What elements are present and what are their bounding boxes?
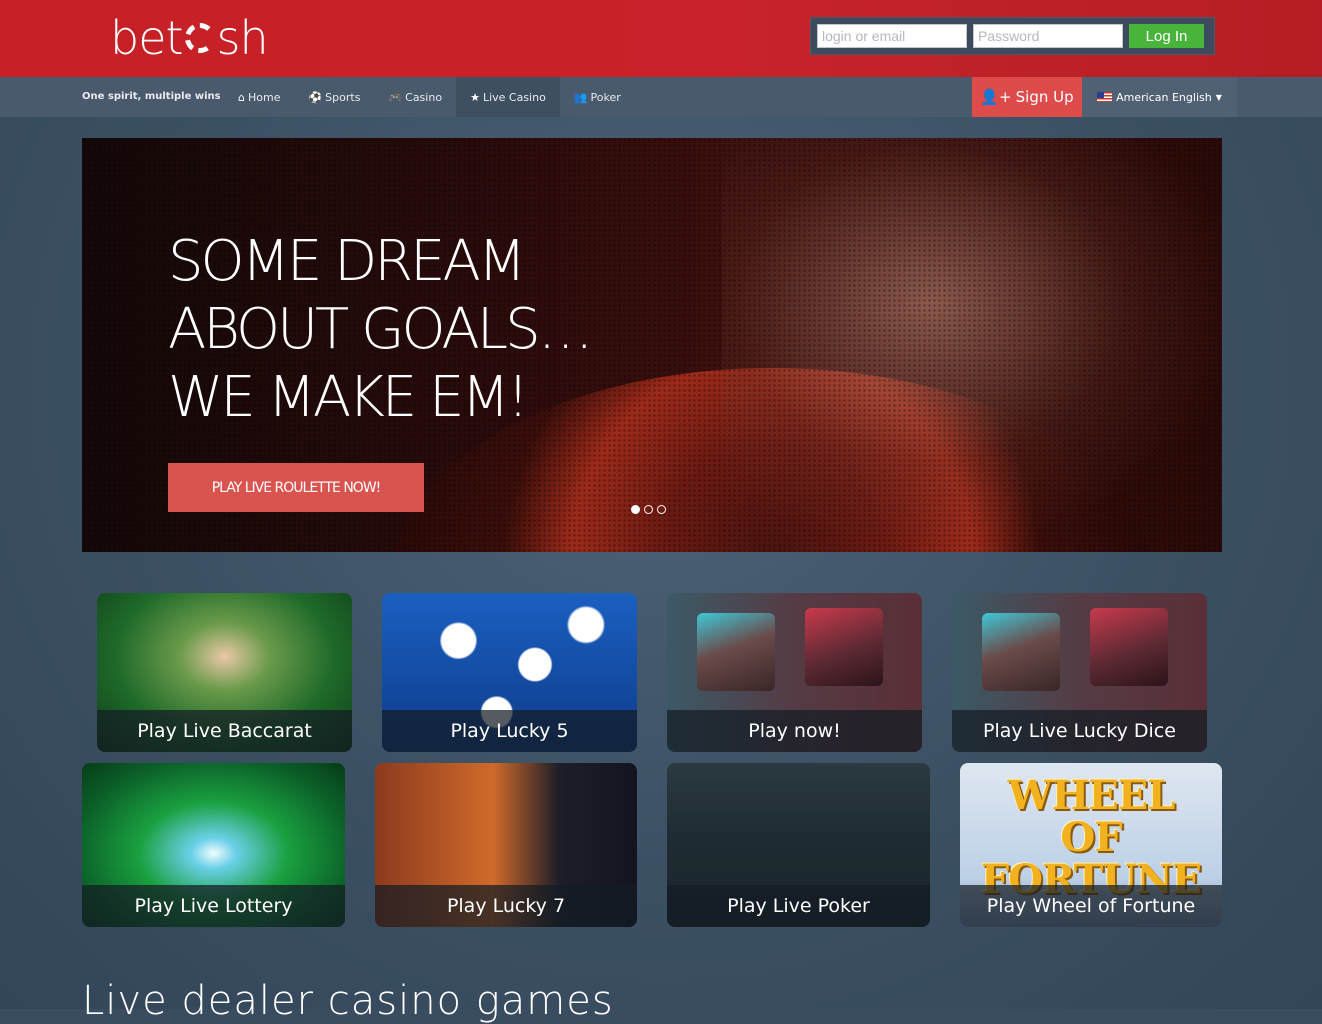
- language-selector[interactable]: American English ▼: [1082, 77, 1237, 117]
- caret-down-icon: ▼: [1215, 92, 1222, 102]
- login-email-input[interactable]: [817, 24, 967, 48]
- home-icon: ⌂: [238, 90, 245, 104]
- carousel-dot-2[interactable]: [644, 505, 653, 514]
- game-tile-label: Play Live Lucky Dice: [952, 710, 1207, 752]
- game-tile-label: Play Lucky 7: [375, 885, 637, 927]
- soccer-ball-icon: ⚽: [308, 90, 323, 104]
- nav-item-home[interactable]: ⌂ Home: [224, 77, 294, 117]
- poker-chip-icon: [184, 23, 215, 53]
- language-label: American English: [1116, 90, 1212, 104]
- die-image: [805, 608, 883, 686]
- nav-item-poker[interactable]: 👥 Poker: [560, 77, 635, 117]
- brand-logo[interactable]: bet sh: [110, 10, 269, 66]
- signup-button[interactable]: 👤+ Sign Up: [972, 77, 1082, 117]
- logo-text-right: sh: [216, 11, 269, 65]
- nav-menu: ⌂ Home ⚽ Sports 🎮 Casino ★ Live Casino 👥…: [224, 77, 635, 117]
- game-tile-wheel-of-fortune[interactable]: WHEEL OF FORTUNE Play Wheel of Fortune: [960, 763, 1222, 927]
- nav-item-casino[interactable]: 🎮 Casino: [374, 77, 456, 117]
- game-tile-dice[interactable]: Play now!: [667, 593, 922, 752]
- nav-item-live-casino[interactable]: ★ Live Casino: [456, 77, 560, 117]
- hero-carousel: SOME DREAM ABOUT GOALS… WE MAKE EM! PLAY…: [82, 138, 1222, 552]
- site-tagline: One spirit, multiple wins: [82, 91, 221, 102]
- hero-headline-line2: ABOUT GOALS…: [168, 297, 594, 362]
- hero-headline-line3: WE MAKE EM!: [168, 365, 529, 430]
- game-tile-label: Play Wheel of Fortune: [960, 885, 1222, 927]
- add-user-icon: 👤+: [980, 88, 1012, 106]
- die-image: [982, 613, 1060, 691]
- users-icon: 👥: [573, 90, 588, 104]
- carousel-dot-3[interactable]: [657, 505, 666, 514]
- die-image: [1090, 608, 1168, 686]
- us-flag-icon: [1097, 92, 1113, 102]
- signup-label: Sign Up: [1015, 88, 1074, 106]
- main-navbar: One spirit, multiple wins ⌂ Home ⚽ Sport…: [0, 77, 1322, 117]
- die-image: [697, 613, 775, 691]
- game-tile-label: Play Live Lottery: [82, 885, 345, 927]
- game-tile-label: Play now!: [667, 710, 922, 752]
- nav-item-sports[interactable]: ⚽ Sports: [294, 77, 374, 117]
- star-icon: ★: [470, 90, 480, 104]
- wheel-of-fortune-logo: WHEEL OF FORTUNE: [980, 772, 1202, 903]
- carousel-dot-1[interactable]: [631, 505, 640, 514]
- nav-item-label: Home: [247, 90, 281, 104]
- password-input[interactable]: [973, 24, 1123, 48]
- logo-text-left: bet: [110, 11, 184, 65]
- login-form: Log In: [810, 17, 1215, 55]
- game-tile-lucky5[interactable]: Play Lucky 5: [382, 593, 637, 752]
- header-bar: bet sh Log In: [0, 0, 1322, 77]
- nav-item-label: Live Casino: [482, 90, 546, 104]
- login-button[interactable]: Log In: [1129, 24, 1204, 48]
- section-title: Live dealer casino games: [82, 978, 614, 1024]
- hero-headline: SOME DREAM ABOUT GOALS… WE MAKE EM!: [168, 228, 648, 432]
- game-tile-poker[interactable]: Play Live Poker: [667, 763, 930, 927]
- game-tile-lucky7[interactable]: Play Lucky 7: [375, 763, 637, 927]
- gamepad-icon: 🎮: [388, 90, 403, 104]
- game-tile-label: Play Lucky 5: [382, 710, 637, 752]
- hero-headline-line1: SOME DREAM: [168, 229, 526, 294]
- carousel-indicators: [631, 505, 666, 514]
- play-live-roulette-button[interactable]: PLAY LIVE ROULETTE NOW!: [168, 463, 424, 512]
- nav-item-label: Sports: [325, 90, 361, 104]
- nav-item-label: Casino: [405, 90, 443, 104]
- game-tile-lottery[interactable]: Play Live Lottery: [82, 763, 345, 927]
- game-tile-label: Play Live Baccarat: [97, 710, 352, 752]
- game-tile-label: Play Live Poker: [667, 885, 930, 927]
- nav-item-label: Poker: [590, 90, 621, 104]
- game-tile-lucky-dice[interactable]: Play Live Lucky Dice: [952, 593, 1207, 752]
- game-tile-baccarat[interactable]: Play Live Baccarat: [97, 593, 352, 752]
